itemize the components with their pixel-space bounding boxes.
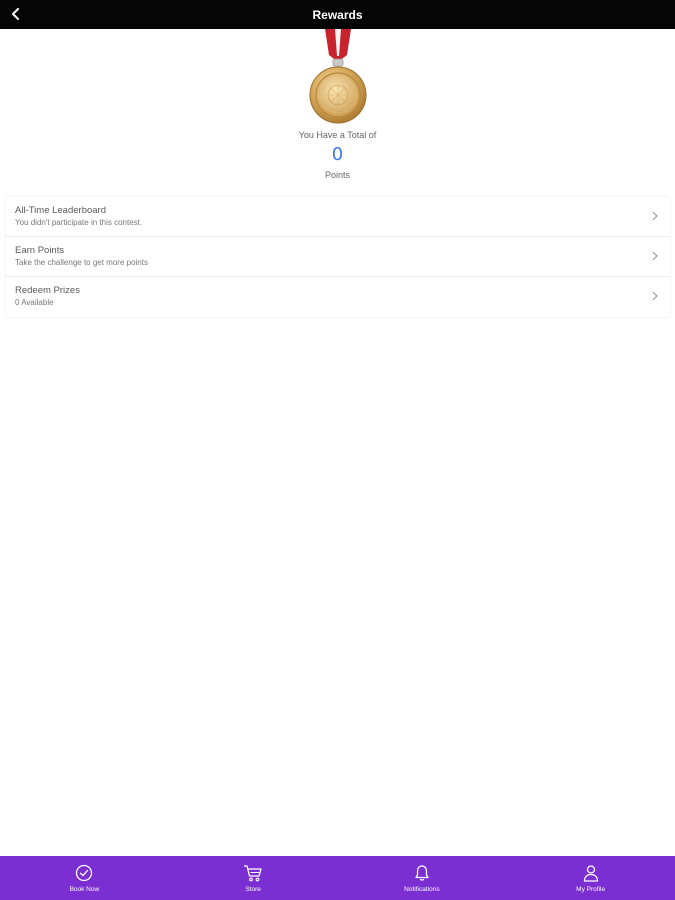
chevron-right-icon [652,291,658,301]
bottom-nav: Book Now Store Notifications My Profile [0,856,675,900]
points-value: 0 [331,144,344,165]
medal-container [0,29,675,129]
bell-icon [412,863,432,883]
item-title: Redeem Prizes [15,285,80,296]
points-label: Points [324,170,350,180]
list-item-redeem-prizes[interactable]: Redeem Prizes 0 Available [6,277,670,317]
item-subtitle: You didn't participate in this contest. [15,218,143,227]
item-title: Earn Points [15,245,65,256]
list-item-leaderboard[interactable]: All-Time Leaderboard You didn't particip… [6,197,670,237]
chevron-right-icon [652,211,658,221]
total-label: You Have a Total of [298,130,377,140]
nav-store[interactable]: Store [169,863,337,894]
nav-label: Book Now [69,885,100,893]
list-item-earn-points[interactable]: Earn Points Take the challenge to get mo… [6,237,670,277]
nav-label: Notifications [404,885,440,893]
back-button[interactable] [6,4,26,24]
user-icon [581,863,601,883]
item-title: All-Time Leaderboard [15,205,106,216]
nav-label: My Profile [576,885,606,893]
rewards-menu-list: All-Time Leaderboard You didn't particip… [6,197,670,317]
nav-my-profile[interactable]: My Profile [507,863,675,894]
chevron-right-icon [652,251,658,261]
nav-label: Store [245,885,261,893]
nav-book-now[interactable]: Book Now [0,863,168,894]
item-subtitle: Take the challenge to get more points [15,258,148,267]
item-subtitle: 0 Available [15,298,54,307]
rewards-screen: Rewards You Have a Total of 0 Points All… [0,0,675,900]
top-bar: Rewards [0,0,675,29]
nav-notifications[interactable]: Notifications [338,863,506,894]
cart-icon [243,863,263,883]
gold-medal-icon [309,29,366,124]
check-circle-icon [74,863,94,883]
points-summary: You Have a Total of 0 Points [0,129,675,181]
page-title: Rewards [312,7,363,22]
chevron-left-icon [12,8,19,20]
